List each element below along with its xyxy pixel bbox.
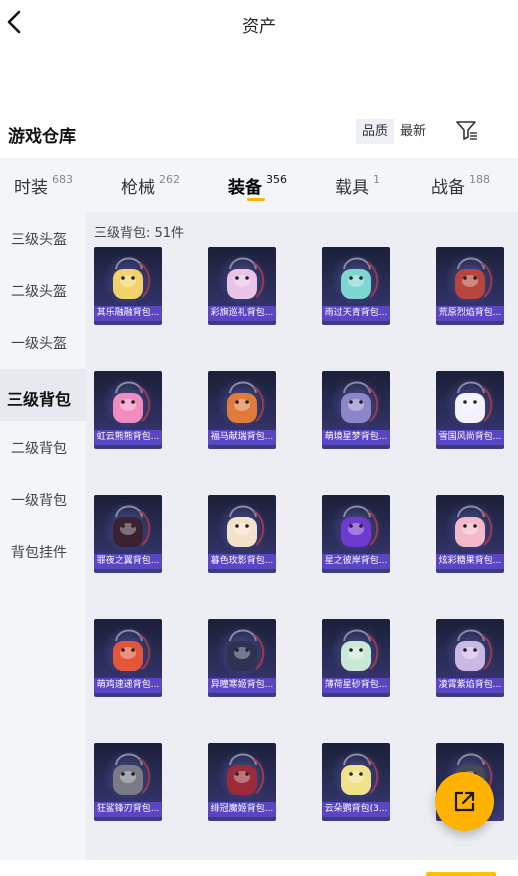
sidebar-item-label: 三级背包 <box>7 390 72 409</box>
item-count-label: 三级背包: 51件 <box>94 226 185 241</box>
backpack-icon <box>455 381 493 423</box>
item-name: 薄荷星砂背包... <box>322 678 390 693</box>
tab-count: 356 <box>266 173 287 186</box>
tab-count: 188 <box>469 173 490 186</box>
item-name: 萌境星梦背包... <box>322 430 390 445</box>
backpack-item-card[interactable]: 福马献瑞背包... <box>208 371 276 449</box>
tab-count: 262 <box>159 173 180 186</box>
sidebar-item-level1-backpack[interactable]: 一级背包 <box>0 473 86 525</box>
backpack-icon <box>227 505 265 547</box>
backpack-item-card[interactable]: 其乐融融背包... <box>94 247 162 325</box>
category-tabs: 时装 683 枪械 262 装备 356 载具 1 战备 188 <box>0 158 518 212</box>
backpack-icon <box>341 381 379 423</box>
backpack-icon <box>341 505 379 547</box>
tab-label: 时装 <box>14 178 48 198</box>
item-name: 彩旗巡礼背包... <box>208 306 276 321</box>
backpack-icon <box>227 753 265 795</box>
backpack-icon <box>113 381 151 423</box>
item-name: 萌鸡速递背包... <box>94 678 162 693</box>
backpack-icon <box>227 257 265 299</box>
tab-count: 683 <box>52 173 73 186</box>
backpack-icon <box>227 629 265 671</box>
item-name: 异瞳寒姬背包... <box>208 678 276 693</box>
item-name: 凌霄紫焰背包... <box>436 678 504 693</box>
sidebar-item-level3-helmet[interactable]: 三级头盔 <box>0 212 86 264</box>
backpack-icon <box>113 505 151 547</box>
sort-quality-button[interactable]: 品质 <box>356 119 394 144</box>
sidebar-item-label: 二级背包 <box>11 441 67 457</box>
sidebar-item-label: 一级背包 <box>11 493 67 509</box>
tab-label: 载具 <box>335 178 369 198</box>
sidebar-item-label: 背包挂件 <box>11 545 67 561</box>
tab-label: 战备 <box>431 178 465 198</box>
backpack-item-card[interactable]: 暮色玫影背包... <box>208 495 276 573</box>
backpack-item-card[interactable]: 绯冠魔姬背包... <box>208 743 276 821</box>
backpack-item-card[interactable]: 云朵鹦背包(3... <box>322 743 390 821</box>
section-title: 游戏仓库 <box>8 127 76 147</box>
sort-toggle: 品质 最新 <box>356 119 433 144</box>
backpack-icon <box>341 629 379 671</box>
tab-count: 1 <box>373 173 380 186</box>
item-name: 雪国风尚背包... <box>436 430 504 445</box>
backpack-item-card[interactable]: 狂鲨锋刃背包... <box>94 743 162 821</box>
backpack-item-card[interactable]: 虹云熊熊背包... <box>94 371 162 449</box>
backpack-icon <box>455 629 493 671</box>
section-header: 游戏仓库 品质 最新 <box>0 116 518 152</box>
item-name: 云朵鹦背包(3... <box>322 802 390 817</box>
backpack-item-card[interactable]: 萌境星梦背包... <box>322 371 390 449</box>
share-icon <box>454 791 475 812</box>
backpack-icon <box>341 753 379 795</box>
filter-icon <box>456 121 477 140</box>
filter-button[interactable] <box>455 120 479 142</box>
backpack-item-card[interactable]: 薄荷星砂背包... <box>322 619 390 697</box>
item-name: 福马献瑞背包... <box>208 430 276 445</box>
backpack-item-card[interactable]: 萌鸡速递背包... <box>94 619 162 697</box>
active-tab-indicator <box>247 198 265 201</box>
backpack-icon <box>227 381 265 423</box>
backpack-icon <box>455 257 493 299</box>
backpack-item-card[interactable]: 罪夜之翼背包... <box>94 495 162 573</box>
item-name: 炫彩糖果背包... <box>436 554 504 569</box>
sidebar-item-level1-helmet[interactable]: 一级头盔 <box>0 316 86 368</box>
item-name: 其乐融融背包... <box>94 306 162 321</box>
sidebar-item-level2-backpack[interactable]: 二级背包 <box>0 421 86 473</box>
page-title: 资产 <box>242 17 276 37</box>
item-name: 绯冠魔姬背包... <box>208 802 276 817</box>
backpack-item-card[interactable]: 凌霄紫焰背包... <box>436 619 504 697</box>
item-name: 星之彼岸背包... <box>322 554 390 569</box>
backpack-item-card[interactable]: 彩旗巡礼背包... <box>208 247 276 325</box>
item-name: 荒原烈焰背包... <box>436 306 504 321</box>
backpack-item-card[interactable]: 荒原烈焰背包... <box>436 247 504 325</box>
item-name: 暮色玫影背包... <box>208 554 276 569</box>
subcategory-sidebar: 三级头盔 二级头盔 一级头盔 三级背包 二级背包 一级背包 背包挂件 <box>0 212 86 860</box>
top-bar: 资产 <box>0 0 518 44</box>
bottom-action-edge[interactable] <box>426 872 496 876</box>
backpack-item-card[interactable]: 炫彩糖果背包... <box>436 495 504 573</box>
sidebar-item-label: 一级头盔 <box>11 336 67 352</box>
backpack-item-card[interactable]: 异瞳寒姬背包... <box>208 619 276 697</box>
backpack-item-card[interactable]: 雪国风尚背包... <box>436 371 504 449</box>
backpack-item-card[interactable]: 雨过天青背包... <box>322 247 390 325</box>
tab-label: 装备 <box>228 178 262 198</box>
sidebar-item-backpack-pendant[interactable]: 背包挂件 <box>0 525 86 577</box>
share-button[interactable] <box>435 772 494 831</box>
sidebar-item-label: 三级头盔 <box>11 232 67 248</box>
backpack-icon <box>341 257 379 299</box>
tab-label: 枪械 <box>121 178 155 198</box>
backpack-icon <box>455 505 493 547</box>
backpack-icon <box>113 257 151 299</box>
backpack-icon <box>113 753 151 795</box>
sort-latest-button[interactable]: 最新 <box>394 119 433 144</box>
backpack-item-card[interactable]: 星之彼岸背包... <box>322 495 390 573</box>
sidebar-item-level2-helmet[interactable]: 二级头盔 <box>0 264 86 316</box>
sidebar-item-label: 二级头盔 <box>11 284 67 300</box>
sidebar-item-level3-backpack[interactable]: 三级背包 <box>0 369 86 421</box>
item-name: 雨过天青背包... <box>322 306 390 321</box>
backpack-icon <box>113 629 151 671</box>
item-name: 狂鲨锋刃背包... <box>94 802 162 817</box>
item-grid-panel: 三级背包: 51件 其乐融融背包... 彩旗巡礼背包... 雨过天青背包... 荒原烈… <box>86 212 518 860</box>
item-name: 虹云熊熊背包... <box>94 430 162 445</box>
item-name: 罪夜之翼背包... <box>94 554 162 569</box>
